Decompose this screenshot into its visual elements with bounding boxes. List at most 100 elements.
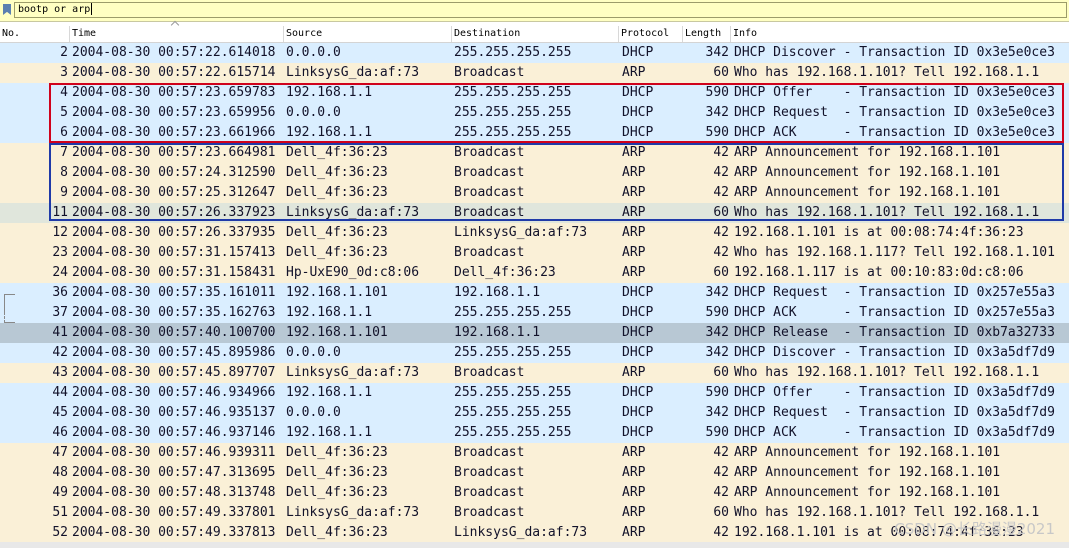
- cell-time: 2004-08-30 00:57:26.337935: [72, 225, 276, 240]
- packet-row[interactable]: 43 2004-08-30 00:57:45.897707 LinksysG_da:…: [0, 363, 1069, 383]
- cell-protocol: DHCP: [622, 425, 654, 440]
- cell-info: DHCP Discover - Transaction ID 0x3a5df7d…: [734, 345, 1055, 360]
- cell-length: 342: [705, 285, 729, 300]
- cell-destination: 255.255.255.255: [454, 85, 572, 100]
- cell-source: Dell_4f:36:23: [286, 165, 388, 180]
- horizontal-scrollbar[interactable]: [0, 542, 1069, 548]
- cell-info: ARP Announcement for 192.168.1.101: [734, 185, 1001, 200]
- cell-info: DHCP Request - Transaction ID 0x3e5e0ce3: [734, 105, 1055, 120]
- cell-protocol: ARP: [622, 525, 646, 540]
- cell-time: 2004-08-30 00:57:22.615714: [72, 65, 276, 80]
- cell-info: Who has 192.168.1.101? Tell 192.168.1.1: [734, 65, 1040, 80]
- cell-protocol: ARP: [622, 485, 646, 500]
- cell-time: 2004-08-30 00:57:40.100700: [72, 325, 276, 340]
- cell-time: 2004-08-30 00:57:31.158431: [72, 265, 276, 280]
- cell-no: 51: [52, 505, 68, 520]
- packet-row[interactable]: 12 2004-08-30 00:57:26.337935 Dell_4f:36:2…: [0, 223, 1069, 243]
- packet-row[interactable]: 44 2004-08-30 00:57:46.934966 192.168.1.1 2…: [0, 383, 1069, 403]
- cell-source: LinksysG_da:af:73: [286, 65, 420, 80]
- cell-protocol: ARP: [622, 505, 646, 520]
- column-header-info[interactable]: Info: [731, 26, 1069, 42]
- packet-row[interactable]: 36 2004-08-30 00:57:35.161011 192.168.1.10…: [0, 283, 1069, 303]
- display-filter-bar: bootp or arp: [0, 0, 1069, 22]
- cell-info: Who has 192.168.1.101? Tell 192.168.1.1: [734, 365, 1040, 380]
- packet-row[interactable]: 5 2004-08-30 00:57:23.659956 0.0.0.0 255.25…: [0, 103, 1069, 123]
- cell-time: 2004-08-30 00:57:23.659783: [72, 85, 276, 100]
- cell-destination: 255.255.255.255: [454, 405, 572, 420]
- cell-length: 42: [713, 245, 729, 260]
- cell-length: 342: [705, 405, 729, 420]
- cell-source: 0.0.0.0: [286, 45, 341, 60]
- cell-no: 6: [60, 125, 68, 140]
- column-header-source[interactable]: Source: [284, 26, 452, 42]
- packet-row[interactable]: 46 2004-08-30 00:57:46.937146 192.168.1.1 2…: [0, 423, 1069, 443]
- cell-source: 192.168.1.1: [286, 125, 373, 140]
- cell-protocol: DHCP: [622, 305, 654, 320]
- cell-source: 0.0.0.0: [286, 405, 341, 420]
- packet-row[interactable]: 23 2004-08-30 00:57:31.157413 Dell_4f:36:2…: [0, 243, 1069, 263]
- cell-length: 342: [705, 45, 729, 60]
- cell-destination: Broadcast: [454, 505, 525, 520]
- cell-info: DHCP ACK - Transaction ID 0x3e5e0ce3: [734, 125, 1055, 140]
- cell-length: 42: [713, 165, 729, 180]
- cell-time: 2004-08-30 00:57:31.157413: [72, 245, 276, 260]
- cell-info: ARP Announcement for 192.168.1.101: [734, 485, 1001, 500]
- packet-row[interactable]: 48 2004-08-30 00:57:47.313695 Dell_4f:36:2…: [0, 463, 1069, 483]
- packet-row[interactable]: 41 2004-08-30 00:57:40.100700 192.168.1.10…: [0, 323, 1069, 343]
- cell-protocol: DHCP: [622, 345, 654, 360]
- column-header-destination[interactable]: Destination: [452, 26, 619, 42]
- packet-row[interactable]: 7 2004-08-30 00:57:23.664981 Dell_4f:36:23…: [0, 143, 1069, 163]
- column-header-no[interactable]: No.: [0, 26, 70, 42]
- cell-time: 2004-08-30 00:57:23.659956: [72, 105, 276, 120]
- conversation-bracket-start: [4, 294, 15, 313]
- cell-length: 42: [713, 185, 729, 200]
- cell-protocol: ARP: [622, 445, 646, 460]
- cell-no: 45: [52, 405, 68, 420]
- packet-row[interactable]: 49 2004-08-30 00:57:48.313748 Dell_4f:36:2…: [0, 483, 1069, 503]
- cell-source: Hp-UxE90_0d:c8:06: [286, 265, 420, 280]
- cell-destination: 192.168.1.1: [454, 285, 541, 300]
- cell-info: DHCP Request - Transaction ID 0x3a5df7d9: [734, 405, 1055, 420]
- cell-time: 2004-08-30 00:57:47.313695: [72, 465, 276, 480]
- packet-row[interactable]: 37 2004-08-30 00:57:35.162763 192.168.1.1 2…: [0, 303, 1069, 323]
- cell-source: Dell_4f:36:23: [286, 225, 388, 240]
- column-header-length[interactable]: Length: [683, 26, 731, 42]
- cell-no: 44: [52, 385, 68, 400]
- cell-protocol: ARP: [622, 205, 646, 220]
- cell-no: 47: [52, 445, 68, 460]
- column-header-time[interactable]: Time: [70, 26, 284, 42]
- cell-protocol: ARP: [622, 165, 646, 180]
- cell-length: 42: [713, 145, 729, 160]
- cell-no: 49: [52, 485, 68, 500]
- packet-row[interactable]: 11 2004-08-30 00:57:26.337923 LinksysG_da:…: [0, 203, 1069, 223]
- packet-row[interactable]: 3 2004-08-30 00:57:22.615714 LinksysG_da:a…: [0, 63, 1069, 83]
- packet-row[interactable]: 24 2004-08-30 00:57:31.158431 Hp-UxE90_0d:…: [0, 263, 1069, 283]
- cell-source: 192.168.1.101: [286, 325, 388, 340]
- cell-source: 192.168.1.1: [286, 305, 373, 320]
- cell-no: 9: [60, 185, 68, 200]
- packet-row[interactable]: 8 2004-08-30 00:57:24.312590 Dell_4f:36:23…: [0, 163, 1069, 183]
- cell-source: 192.168.1.101: [286, 285, 388, 300]
- cell-destination: Broadcast: [454, 145, 525, 160]
- column-header-protocol[interactable]: Protocol: [619, 26, 683, 42]
- cell-destination: 255.255.255.255: [454, 305, 572, 320]
- cell-time: 2004-08-30 00:57:46.937146: [72, 425, 276, 440]
- cell-protocol: DHCP: [622, 105, 654, 120]
- packet-row[interactable]: 42 2004-08-30 00:57:45.895986 0.0.0.0 255.2…: [0, 343, 1069, 363]
- packet-row[interactable]: 4 2004-08-30 00:57:23.659783 192.168.1.1 25…: [0, 83, 1069, 103]
- cell-no: 12: [52, 225, 68, 240]
- cell-protocol: ARP: [622, 365, 646, 380]
- cell-destination: 192.168.1.1: [454, 325, 541, 340]
- cell-protocol: DHCP: [622, 85, 654, 100]
- cell-info: DHCP ACK - Transaction ID 0x3a5df7d9: [734, 425, 1055, 440]
- packet-row[interactable]: 47 2004-08-30 00:57:46.939311 Dell_4f:36:2…: [0, 443, 1069, 463]
- packet-row[interactable]: 45 2004-08-30 00:57:46.935137 0.0.0.0 255.2…: [0, 403, 1069, 423]
- cell-info: DHCP ACK - Transaction ID 0x257e55a3: [734, 305, 1055, 320]
- packet-row[interactable]: 9 2004-08-30 00:57:25.312647 Dell_4f:36:23…: [0, 183, 1069, 203]
- cell-length: 342: [705, 105, 729, 120]
- display-filter-input[interactable]: bootp or arp: [14, 2, 1067, 18]
- bookmark-icon[interactable]: [3, 4, 11, 15]
- packet-row[interactable]: 2 2004-08-30 00:57:22.614018 0.0.0.0 255.25…: [0, 43, 1069, 63]
- text-caret: [91, 3, 93, 15]
- packet-row[interactable]: 6 2004-08-30 00:57:23.661966 192.168.1.1 25…: [0, 123, 1069, 143]
